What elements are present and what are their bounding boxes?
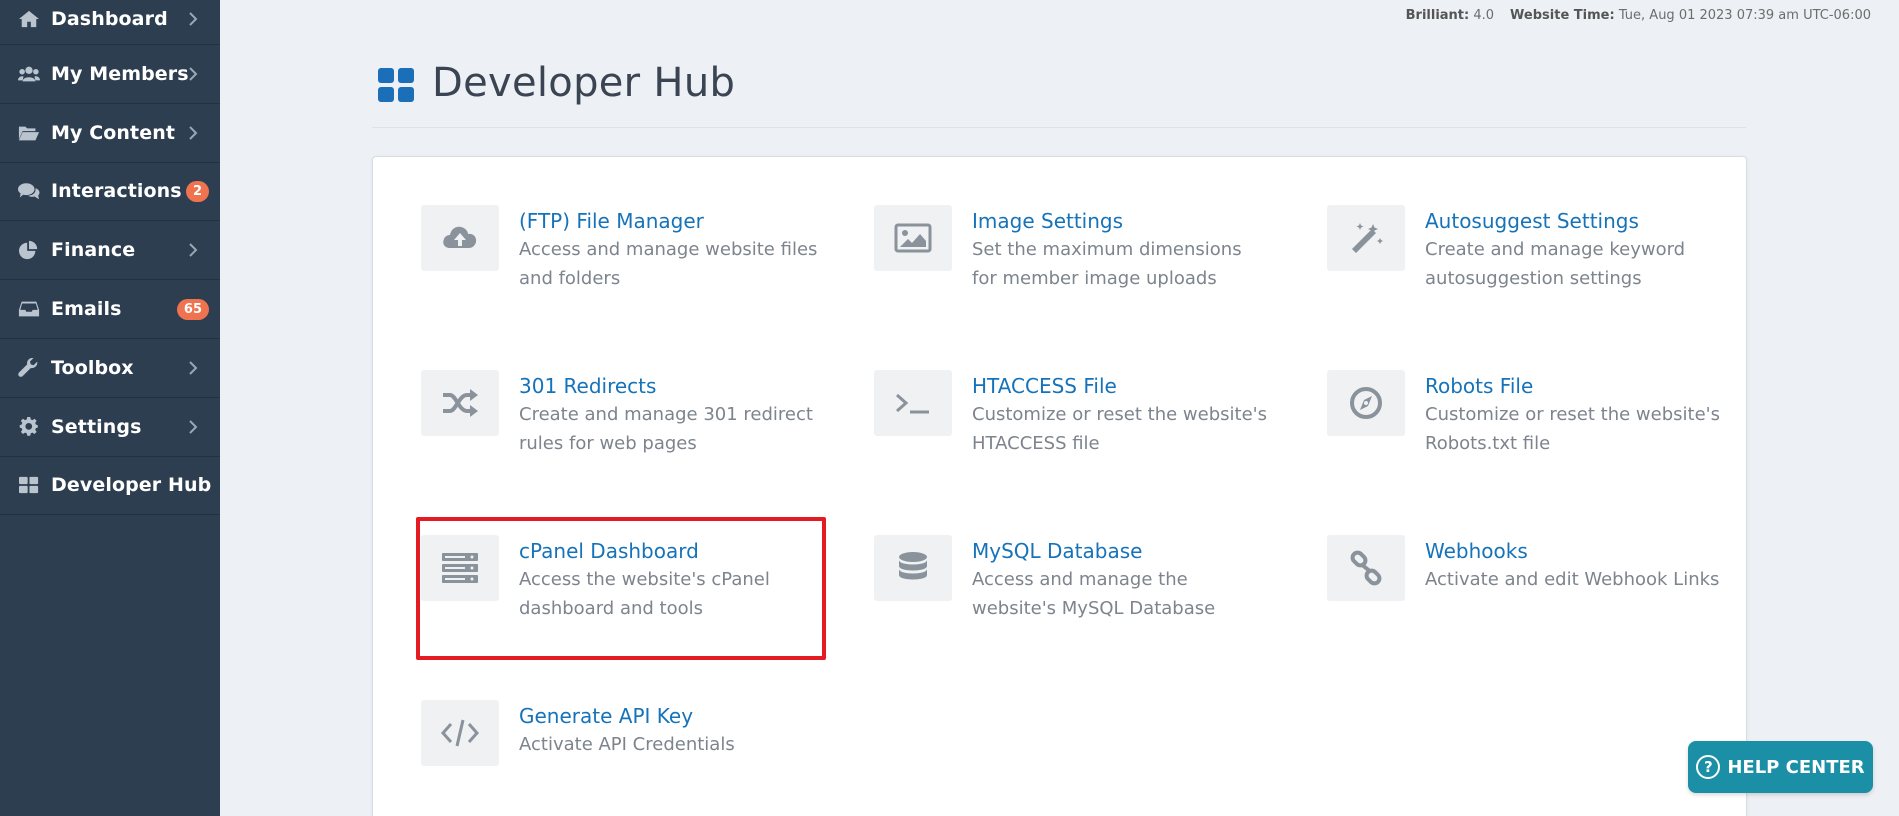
- website-time: Website Time: Tue, Aug 01 2023 07:39 am …: [1510, 8, 1871, 23]
- shuffle-icon: [421, 370, 499, 436]
- chevron-right-icon: [188, 419, 198, 435]
- tool-title[interactable]: cPanel Dashboard: [519, 538, 819, 564]
- comments-icon: [16, 181, 42, 201]
- wrench-icon: [16, 357, 42, 378]
- tool-description: Activate and edit Webhook Links: [1425, 569, 1720, 590]
- notification-badge: 65: [176, 298, 209, 320]
- status-bar: Brilliant: 4.0 Website Time: Tue, Aug 01…: [1406, 8, 1871, 23]
- tool-301-redirects[interactable]: 301 Redirects Create and manage 301 redi…: [421, 370, 841, 480]
- sidebar-item-label: Interactions: [51, 180, 182, 203]
- tool-title[interactable]: Autosuggest Settings: [1425, 208, 1725, 234]
- question-circle-icon: ?: [1696, 755, 1721, 779]
- help-center-button[interactable]: ? HELP CENTER: [1688, 741, 1873, 793]
- sidebar-item-label: Finance: [51, 239, 136, 262]
- tool-mysql-database[interactable]: MySQL Database Access and manage the web…: [874, 535, 1294, 645]
- tool-title[interactable]: Generate API Key: [519, 703, 819, 729]
- tool-robots-file[interactable]: Robots File Customize or reset the websi…: [1327, 370, 1747, 480]
- tool-image-settings[interactable]: Image Settings Set the maximum dimension…: [874, 205, 1294, 315]
- tool-description: Create and manage keyword autosuggestion…: [1425, 239, 1686, 289]
- tool-ftp-file-manager[interactable]: (FTP) File Manager Access and manage web…: [421, 205, 841, 315]
- chevron-right-icon: [188, 242, 198, 258]
- version-value: 4.0: [1473, 8, 1495, 23]
- sidebar-item-label: Settings: [51, 415, 142, 438]
- cloud-upload-icon: [421, 205, 499, 271]
- sidebar-item-dashboard[interactable]: Dashboard: [0, 0, 220, 45]
- pie-chart-icon: [16, 240, 42, 260]
- database-icon: [874, 535, 952, 601]
- sidebar-item-my-members[interactable]: My Members: [0, 45, 220, 104]
- sidebar: Dashboard My Members My Content Interact…: [0, 0, 220, 816]
- home-icon: [16, 9, 42, 29]
- tool-description: Access the website's cPanel dashboard an…: [519, 569, 770, 619]
- sidebar-item-label: Toolbox: [51, 356, 134, 379]
- folder-open-icon: [16, 123, 42, 143]
- tool-webhooks[interactable]: Webhooks Activate and edit Webhook Links: [1327, 535, 1747, 645]
- chevron-right-icon: [188, 66, 198, 82]
- page-title: Developer Hub: [432, 60, 736, 106]
- tool-title[interactable]: Webhooks: [1425, 538, 1725, 564]
- sidebar-item-emails[interactable]: Emails 65: [0, 280, 220, 339]
- link-icon: [1327, 535, 1405, 601]
- chevron-right-icon: [188, 11, 198, 27]
- sidebar-item-interactions[interactable]: Interactions 2: [0, 163, 220, 222]
- sidebar-item-label: My Content: [51, 121, 176, 144]
- tool-description: Access and manage the website's MySQL Da…: [972, 569, 1216, 619]
- code-icon: [421, 700, 499, 766]
- users-icon: [16, 64, 42, 84]
- sidebar-item-label: My Members: [51, 62, 189, 85]
- sidebar-item-label: Developer Hub: [51, 474, 212, 497]
- inbox-icon: [16, 299, 42, 319]
- terminal-icon: [874, 370, 952, 436]
- tool-description: Activate API Credentials: [519, 734, 735, 755]
- image-icon: [874, 205, 952, 271]
- tool-title[interactable]: 301 Redirects: [519, 373, 819, 399]
- tool-htaccess-file[interactable]: HTACCESS File Customize or reset the web…: [874, 370, 1294, 480]
- sidebar-item-settings[interactable]: Settings: [0, 398, 220, 457]
- tool-description: Customize or reset the website's HTACCES…: [972, 404, 1267, 454]
- tool-description: Create and manage 301 redirect rules for…: [519, 404, 813, 454]
- help-center-label: HELP CENTER: [1727, 756, 1865, 778]
- tool-description: Customize or reset the website's Robots.…: [1425, 404, 1720, 454]
- tool-title[interactable]: (FTP) File Manager: [519, 208, 819, 234]
- website-time-label: Website Time:: [1510, 8, 1615, 23]
- tool-title[interactable]: Image Settings: [972, 208, 1272, 234]
- chevron-right-icon: [188, 360, 198, 376]
- sidebar-item-label: Emails: [51, 298, 122, 321]
- tool-description: Access and manage website files and fold…: [519, 239, 818, 289]
- compass-icon: [1327, 370, 1405, 436]
- website-time-value: Tue, Aug 01 2023 07:39 am UTC-06:00: [1618, 8, 1871, 23]
- sidebar-item-label: Dashboard: [51, 7, 168, 30]
- sidebar-item-finance[interactable]: Finance: [0, 221, 220, 281]
- sidebar-item-my-content[interactable]: My Content: [0, 104, 220, 163]
- gear-icon: [16, 416, 42, 437]
- page-header: Developer Hub: [372, 56, 1746, 128]
- server-icon: [421, 535, 499, 601]
- tool-autosuggest-settings[interactable]: Autosuggest Settings Create and manage k…: [1327, 205, 1747, 315]
- magic-wand-icon: [1327, 205, 1405, 271]
- tool-title[interactable]: Robots File: [1425, 373, 1725, 399]
- notification-badge: 2: [185, 180, 209, 202]
- tool-description: Set the maximum dimensions for member im…: [972, 239, 1242, 289]
- tool-title[interactable]: HTACCESS File: [972, 373, 1272, 399]
- tool-generate-api-key[interactable]: Generate API Key Activate API Credential…: [421, 700, 841, 810]
- tool-title[interactable]: MySQL Database: [972, 538, 1272, 564]
- sidebar-item-developer-hub[interactable]: Developer Hub: [0, 457, 220, 516]
- grid-icon: [16, 475, 42, 495]
- tool-cpanel-dashboard[interactable]: cPanel Dashboard Access the website's cP…: [421, 535, 841, 645]
- developer-hub-icon: [378, 68, 414, 102]
- chevron-right-icon: [188, 125, 198, 141]
- tools-card: (FTP) File Manager Access and manage web…: [372, 156, 1747, 816]
- sidebar-item-toolbox[interactable]: Toolbox: [0, 339, 220, 398]
- version-info: Brilliant: 4.0: [1406, 8, 1494, 23]
- version-label: Brilliant:: [1405, 8, 1470, 23]
